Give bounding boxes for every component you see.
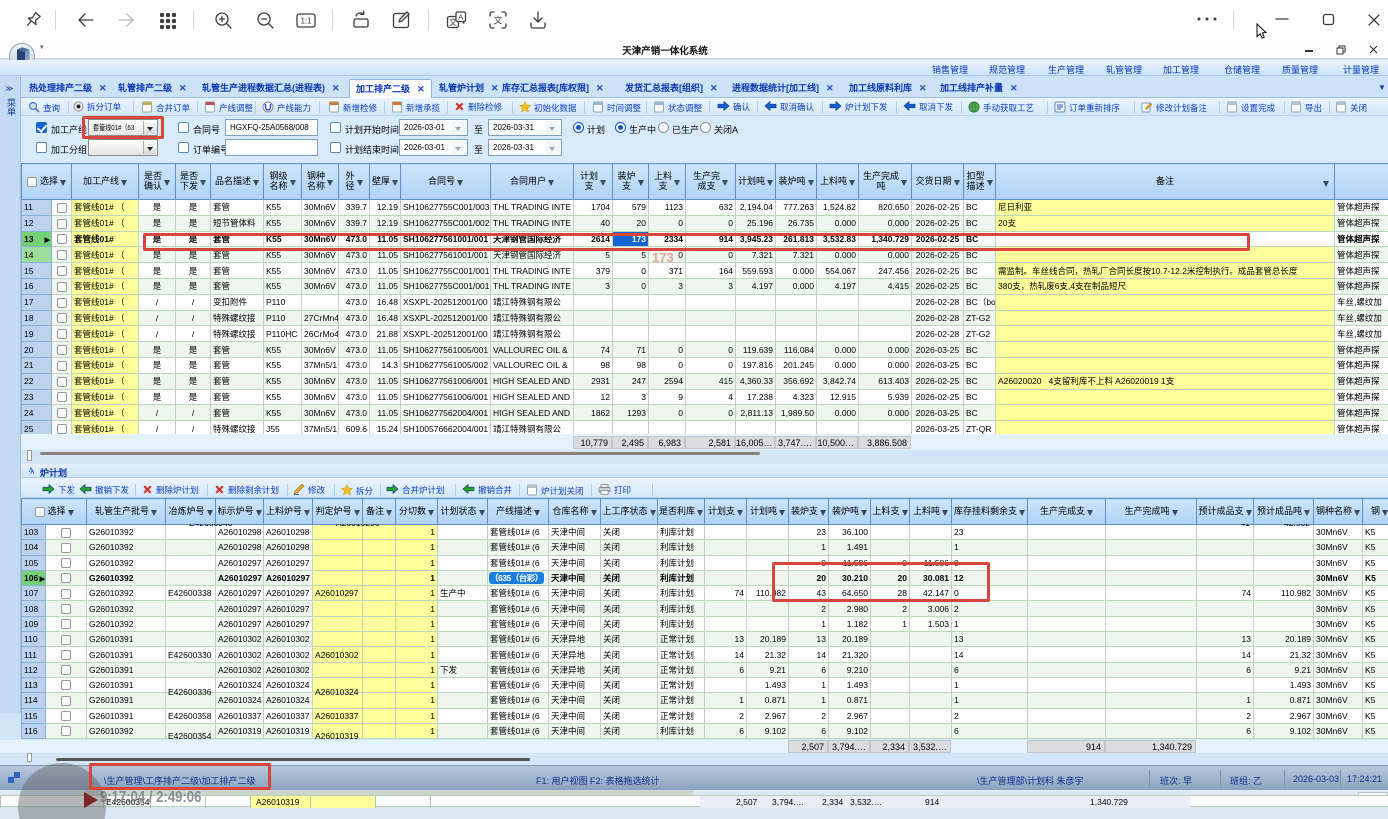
svg-text:文: 文 xyxy=(493,15,502,26)
svg-text:1:1: 1:1 xyxy=(300,17,312,26)
svg-text:A: A xyxy=(458,13,463,22)
